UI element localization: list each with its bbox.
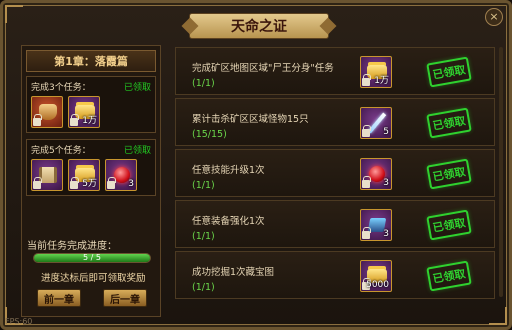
lock-icon xyxy=(362,176,371,188)
task-name: 累计击杀矿区区域怪物15只 xyxy=(192,114,309,125)
task-reward-slot[interactable]: 1万 xyxy=(360,56,392,88)
task-name: 成功挖掘1次藏宝图 xyxy=(192,267,275,278)
task-progress: (1/1) xyxy=(192,231,215,242)
reward-slot[interactable] xyxy=(31,159,63,191)
task-reward-slot[interactable]: 5 xyxy=(360,107,392,139)
task-progress: (1/1) xyxy=(192,180,215,191)
claimed-stamp: 已领取 xyxy=(426,107,472,139)
task-reward-slot[interactable]: 3 xyxy=(360,158,392,190)
task-name: 任意技能升级1次 xyxy=(192,165,265,176)
reward-slot[interactable] xyxy=(31,96,63,128)
progress-hint: 进度达标后即可领取奖励 xyxy=(41,273,146,284)
milestone-5-tasks: 完成5个任务： 已领取 5万 3 xyxy=(26,139,156,196)
frame-corner xyxy=(5,5,23,23)
lock-icon xyxy=(70,177,79,189)
close-button[interactable]: × xyxy=(485,8,503,26)
task-row: 任意装备强化1次 (1/1) 3 已领取 xyxy=(175,200,495,248)
task-progress: (15/15) xyxy=(192,129,227,140)
frame-corner xyxy=(489,307,507,325)
progress-text: 5 / 5 xyxy=(83,253,101,262)
claimed-stamp: 已领取 xyxy=(426,158,472,190)
task-reward-slot[interactable]: 3 xyxy=(360,209,392,241)
claimed-stamp: 已领取 xyxy=(426,260,472,292)
lock-icon xyxy=(70,114,79,126)
reward-qty: 5万 xyxy=(82,179,97,189)
task-name: 任意装备强化1次 xyxy=(192,216,265,227)
milestone-3-tasks: 完成3个任务： 已领取 1万 xyxy=(26,76,156,133)
claimed-stamp: 已领取 xyxy=(426,209,472,241)
lock-icon xyxy=(33,114,42,126)
milestone-label: 完成5个任务： xyxy=(31,146,91,156)
lock-icon xyxy=(362,227,371,239)
task-row: 完成矿区地图区域"尸王分身"任务 (1/1) 1万 已领取 xyxy=(175,47,495,95)
claimed-stamp: 已领取 xyxy=(426,56,472,88)
milestone-label: 完成3个任务： xyxy=(31,83,91,93)
lock-icon xyxy=(362,125,371,137)
task-list-scrollbar[interactable] xyxy=(499,47,503,297)
lock-icon xyxy=(107,177,116,189)
fps-readout: FPS:60 xyxy=(5,317,33,326)
quest-window: 天命之证 × 第1章：落霞篇 完成3个任务： 已领取 1万 完成5个任务： 已领… xyxy=(0,0,512,330)
task-row: 成功挖掘1次藏宝图 (1/1) 5000 已领取 xyxy=(175,251,495,299)
chapter-title: 第1章：落霞篇 xyxy=(26,50,156,72)
task-progress: (1/1) xyxy=(192,78,215,89)
reward-slot[interactable]: 3 xyxy=(105,159,137,191)
reward-qty: 3 xyxy=(383,229,389,239)
task-row: 累计击杀矿区区域怪物15只 (15/15) 5 已领取 xyxy=(175,98,495,146)
reward-slot[interactable]: 5万 xyxy=(68,159,100,191)
next-chapter-button[interactable]: 后一章 xyxy=(103,289,147,307)
lock-icon xyxy=(362,74,371,86)
task-progress: (1/1) xyxy=(192,282,215,293)
reward-qty: 5 xyxy=(383,127,389,137)
reward-qty: 1万 xyxy=(82,116,97,126)
task-row: 任意技能升级1次 (1/1) 3 已领取 xyxy=(175,149,495,197)
reward-slot[interactable]: 1万 xyxy=(68,96,100,128)
reward-qty: 3 xyxy=(383,178,389,188)
reward-qty: 5000 xyxy=(366,280,389,290)
reward-qty: 1万 xyxy=(374,76,389,86)
reward-qty: 3 xyxy=(128,179,134,189)
prev-chapter-button[interactable]: 前一章 xyxy=(37,289,81,307)
task-list: 完成矿区地图区域"尸王分身"任务 (1/1) 1万 已领取 累计击杀矿区区域怪物… xyxy=(175,45,495,301)
milestone-status: 已领取 xyxy=(123,146,151,156)
progress-label: 当前任务完成进度： xyxy=(27,241,117,252)
milestone-status: 已领取 xyxy=(123,83,151,93)
task-name: 完成矿区地图区域"尸王分身"任务 xyxy=(192,63,334,74)
task-reward-slot[interactable]: 5000 xyxy=(360,260,392,292)
lock-icon xyxy=(33,177,42,189)
window-title: 天命之证 xyxy=(189,13,329,39)
